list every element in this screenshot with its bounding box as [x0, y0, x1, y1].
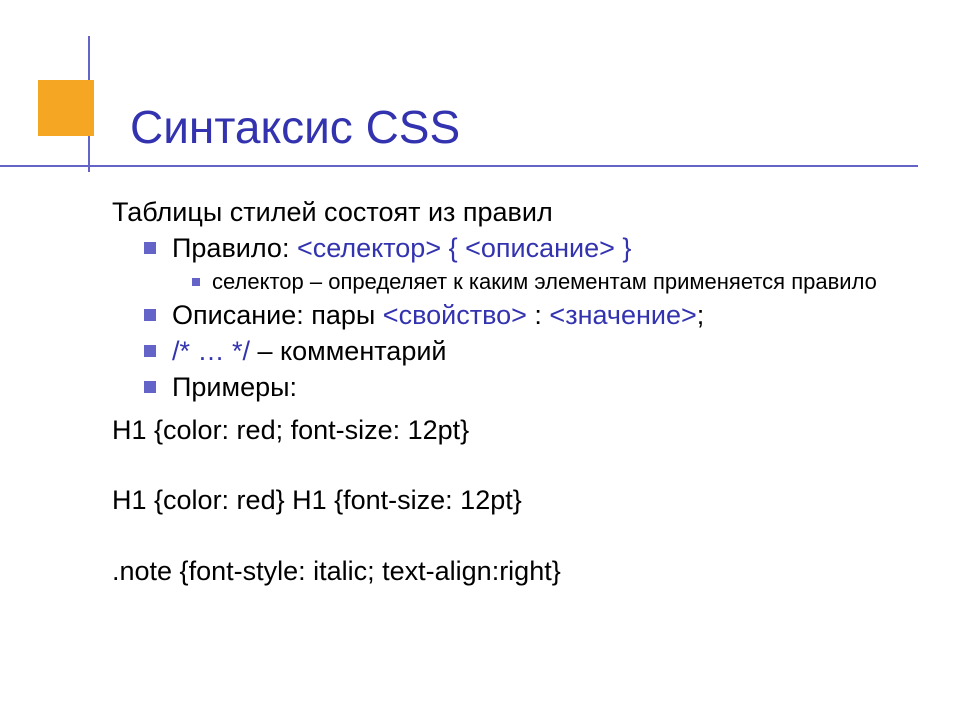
examples-label: Примеры:	[172, 369, 910, 405]
bullet-rule-text: Правило: <селектор> { <описание> }	[172, 230, 910, 266]
desc-label: Описание: пары	[172, 300, 383, 330]
example-2: H1 {color: red} H1 {font-size: 12pt}	[112, 482, 910, 518]
bullet-icon	[144, 309, 156, 321]
rule-brace-open: {	[441, 233, 465, 263]
rule-description: <описание>	[465, 233, 615, 263]
bullet-selector-note: селектор – определяет к каким элементам …	[192, 267, 910, 297]
bullet-icon	[192, 278, 200, 286]
bullet-description-text: Описание: пары <свойство> : <значение>;	[172, 297, 910, 333]
bullet-icon	[144, 242, 156, 254]
desc-value: <значение>	[549, 300, 696, 330]
bullet-icon	[144, 381, 156, 393]
desc-colon: :	[527, 300, 550, 330]
slide-title: Синтаксис CSS	[130, 100, 460, 154]
decorative-square	[38, 80, 94, 136]
bullet-icon	[144, 345, 156, 357]
main-text-row: Таблицы стилей состоят из правил	[112, 194, 910, 230]
desc-end: ;	[697, 300, 705, 330]
bullet-comment-text: /* … */ – комментарий	[172, 333, 910, 369]
desc-property: <свойство>	[383, 300, 527, 330]
comment-label: – комментарий	[250, 336, 446, 366]
rule-label: Правило:	[172, 233, 297, 263]
bullet-examples: Примеры:	[144, 369, 910, 405]
example-1: H1 {color: red; font-size: 12pt}	[112, 412, 910, 448]
bullet-comment: /* … */ – комментарий	[144, 333, 910, 369]
rule-selector: <селектор>	[297, 233, 441, 263]
selector-note: селектор – определяет к каким элементам …	[212, 267, 910, 297]
decorative-horizontal-line	[0, 165, 918, 167]
main-text: Таблицы стилей состоят из правил	[112, 194, 910, 230]
bullet-rule: Правило: <селектор> { <описание> }	[144, 230, 910, 266]
rule-brace-close: }	[615, 233, 632, 263]
slide-content: Таблицы стилей состоят из правил Правило…	[112, 194, 910, 589]
example-3: .note {font-style: italic; text-align:ri…	[112, 553, 910, 589]
bullet-description: Описание: пары <свойство> : <значение>;	[144, 297, 910, 333]
comment-syntax: /* … */	[172, 336, 250, 366]
